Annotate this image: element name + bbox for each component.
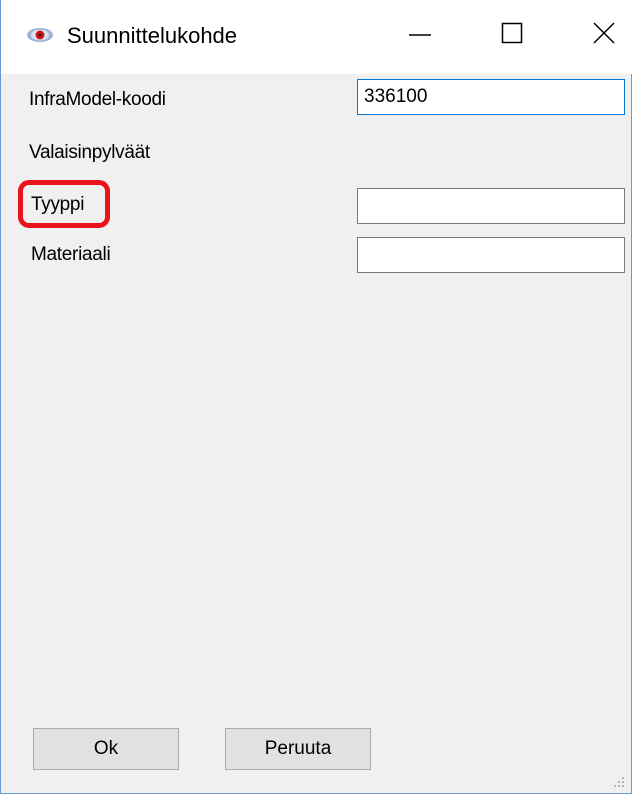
close-icon <box>592 21 616 50</box>
eye-icon <box>25 26 55 44</box>
resize-grip-icon[interactable] <box>613 775 625 787</box>
inframodel-code-label: InfraModel-koodi <box>29 89 166 110</box>
tyyppi-field[interactable] <box>357 188 625 224</box>
minimize-icon <box>408 21 432 50</box>
ok-button[interactable]: Ok <box>33 728 179 770</box>
category-label: Valaisinpylväät <box>29 142 150 163</box>
cancel-button[interactable]: Peruuta <box>225 728 371 770</box>
close-button[interactable] <box>579 10 629 60</box>
title-bar[interactable]: Suunnittelukohde <box>1 0 633 74</box>
maximize-button[interactable] <box>487 10 537 60</box>
window-title: Suunnittelukohde <box>67 23 238 48</box>
materiaali-field[interactable] <box>357 237 625 273</box>
minimize-button[interactable] <box>395 10 445 60</box>
dialog-window: Suunnittelukohde InfraModel-koodi 336100… <box>0 0 633 794</box>
highlight-annotation <box>18 180 110 228</box>
inframodel-code-field[interactable] <box>357 79 625 115</box>
maximize-icon <box>500 21 524 50</box>
materiaali-label: Materiaali <box>31 244 111 265</box>
